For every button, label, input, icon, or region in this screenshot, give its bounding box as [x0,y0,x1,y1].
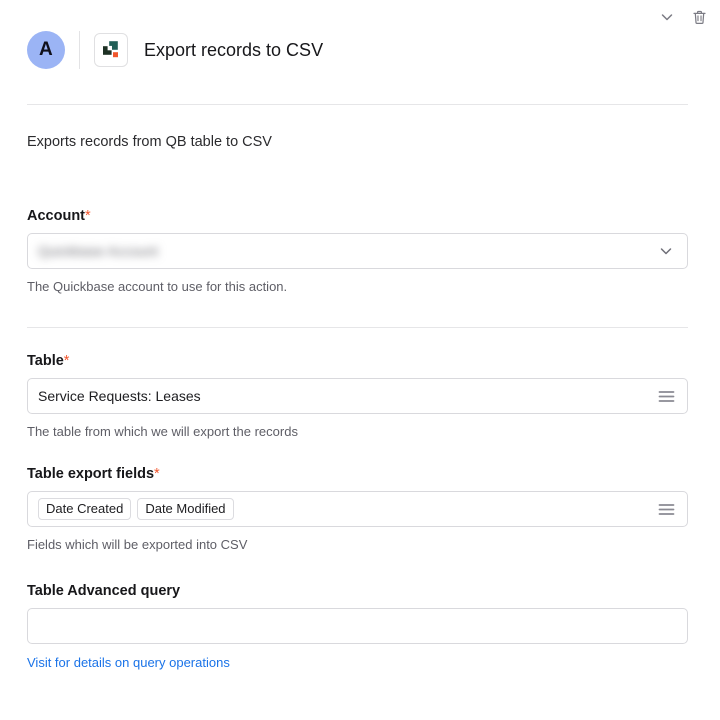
field-export-fields-help: Fields which will be exported into CSV [27,537,248,552]
list-menu-icon[interactable] [657,500,675,518]
field-table-help: The table from which we will export the … [27,424,298,439]
panel-header: A Export records to CSV [27,24,323,76]
divider-top [27,104,688,105]
list-menu-icon[interactable] [657,387,675,405]
required-asterisk: * [154,466,160,482]
field-account-label: Account* [27,208,688,224]
selected-chips: Date Created Date Modified [38,498,234,520]
field-table-label: Table* [27,353,688,369]
field-advanced-query-label: Table Advanced query [27,583,688,599]
table-selected-value: Service Requests: Leases [38,388,201,404]
chip-item[interactable]: Date Modified [137,498,234,520]
quickbase-logo-icon [94,33,128,67]
required-asterisk: * [63,353,70,369]
account-selected-value: Quickbase Account [38,243,158,259]
action-description: Exports records from QB table to CSV [27,134,272,150]
chip-item[interactable]: Date Created [38,498,132,520]
advanced-query-input-wrap[interactable] [27,608,688,644]
field-advanced-query-label-text: Table Advanced query [27,583,181,599]
chevron-down-icon[interactable] [657,242,675,260]
table-select[interactable]: Service Requests: Leases [27,378,688,414]
field-export-fields-label: Table export fields* [27,466,688,482]
window-controls [654,4,712,30]
export-fields-multiselect[interactable]: Date Created Date Modified [27,491,688,527]
field-table: Table* Service Requests: Leases The tabl… [27,353,688,439]
account-select[interactable]: Quickbase Account [27,233,688,269]
field-export-fields-label-text: Table export fields [27,466,155,482]
avatar: A [27,31,65,69]
chevron-down-icon[interactable] [654,4,680,30]
field-account: Account* Quickbase Account The Quickbase… [27,208,688,294]
field-account-label-text: Account [27,208,85,224]
avatar-letter: A [39,39,53,60]
action-config-panel: A Export records to CSV Exports records … [0,0,720,720]
field-advanced-query: Table Advanced query Visit for details o… [27,583,688,672]
query-operations-link[interactable]: Visit for details on query operations [27,655,230,670]
trash-icon[interactable] [686,4,712,30]
required-asterisk: * [85,208,91,224]
header-separator [79,31,80,69]
divider-account [27,327,688,328]
page-title: Export records to CSV [144,39,324,60]
field-export-fields: Table export fields* Date Created Date M… [27,466,688,552]
field-account-help: The Quickbase account to use for this ac… [27,279,288,294]
field-table-label-text: Table [27,353,64,369]
